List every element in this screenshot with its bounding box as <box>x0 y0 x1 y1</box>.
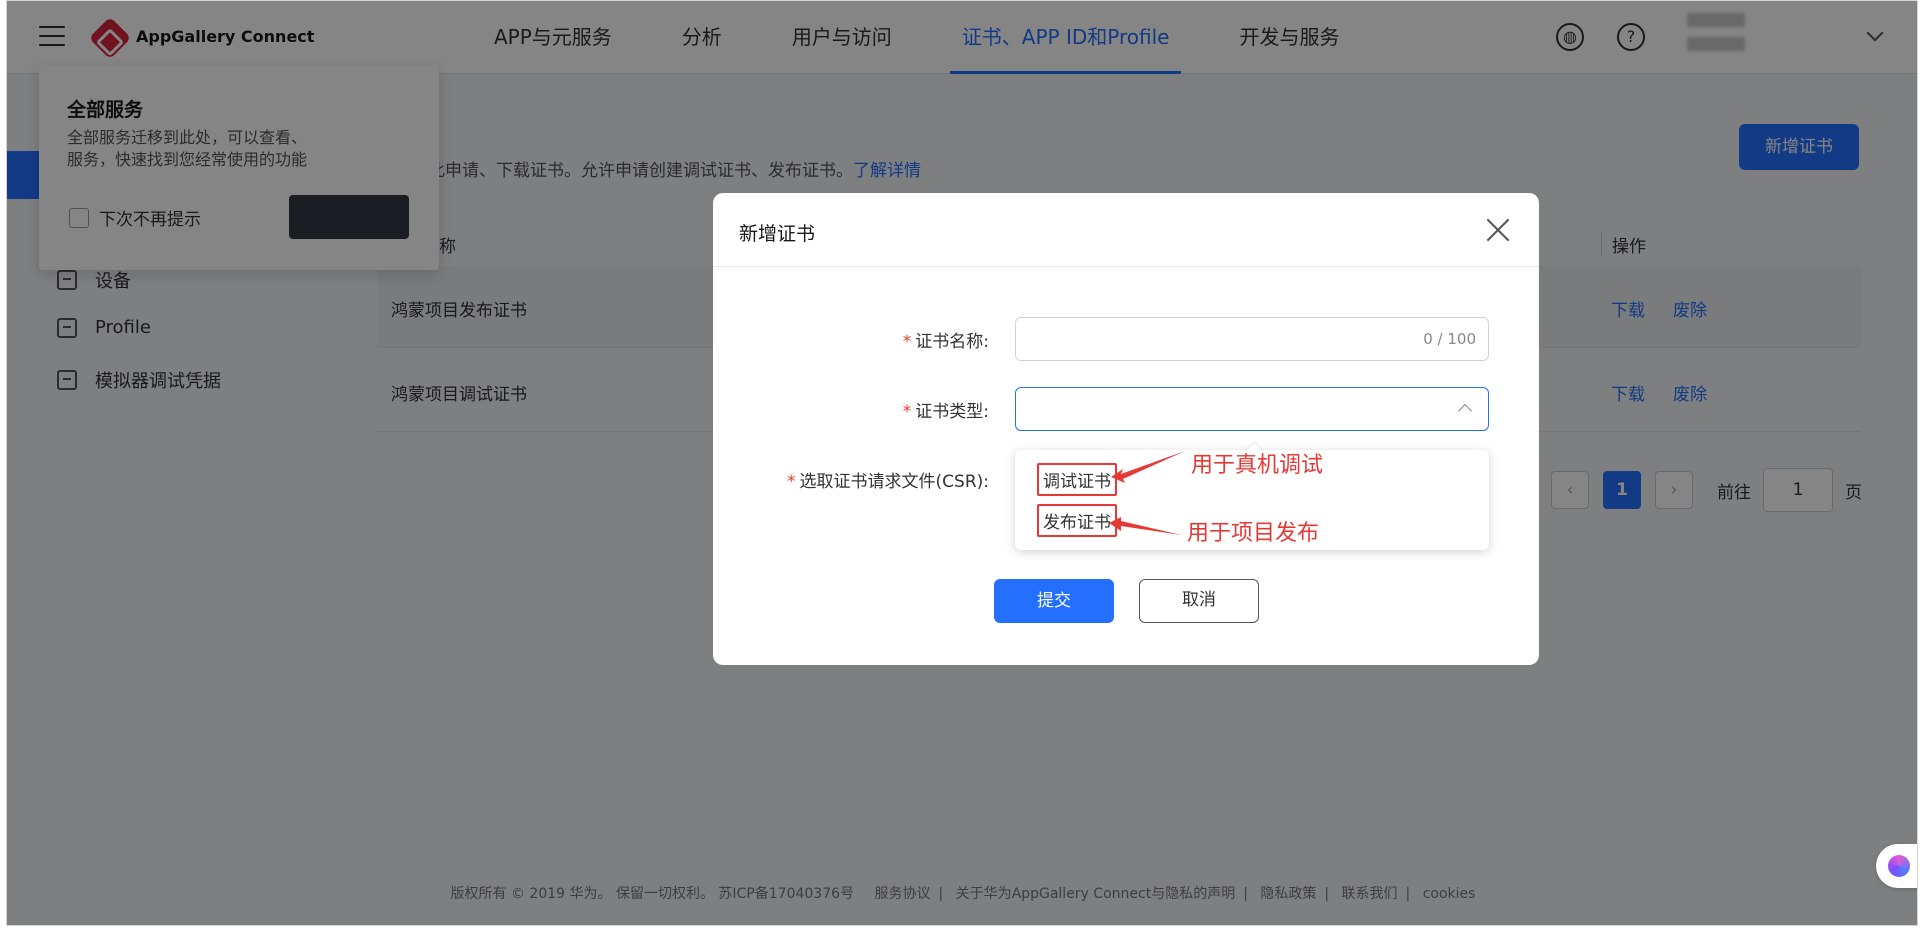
annotation-arrow <box>1111 451 1185 483</box>
dialog-header: 新增证书 <box>713 193 1539 267</box>
field-label-name: * 证书名称: <box>903 327 989 352</box>
option-release-certificate[interactable]: 发布证书 <box>1037 504 1117 537</box>
annotation-debug: 用于真机调试 <box>1191 453 1324 478</box>
field-label-type: * 证书类型: <box>903 397 989 422</box>
certificate-name-input[interactable]: 0 / 100 <box>1015 317 1489 361</box>
annotation-arrow <box>1109 517 1181 535</box>
assistant-icon[interactable] <box>1876 844 1917 888</box>
field-label-csr: * 选取证书请求文件(CSR): <box>787 467 989 492</box>
close-icon[interactable] <box>1485 217 1511 243</box>
required-marker: * <box>902 332 912 352</box>
label-text: 证书名称: <box>915 332 989 352</box>
char-counter: 0 / 100 <box>1423 330 1476 348</box>
submit-button[interactable]: 提交 <box>994 579 1114 623</box>
annotation-release: 用于项目发布 <box>1187 521 1320 546</box>
label-text: 证书类型: <box>915 402 989 422</box>
add-certificate-dialog: 新增证书 * 证书名称: 0 / 100 * 证书类型: * 选取证书请求文件(CSR… <box>713 193 1539 665</box>
cancel-button[interactable]: 取消 <box>1139 579 1259 623</box>
certificate-type-select[interactable] <box>1015 387 1489 431</box>
required-marker: * <box>787 472 796 492</box>
option-debug-certificate[interactable]: 调试证书 <box>1037 463 1117 496</box>
label-text: 选取证书请求文件(CSR): <box>799 472 989 492</box>
dialog-title: 新增证书 <box>739 223 816 245</box>
chevron-up-icon <box>1457 403 1473 419</box>
app-window: AppGallery Connect APP与元服务 分析 用户与访问 证书、A… <box>6 0 1918 926</box>
required-marker: * <box>902 402 912 422</box>
